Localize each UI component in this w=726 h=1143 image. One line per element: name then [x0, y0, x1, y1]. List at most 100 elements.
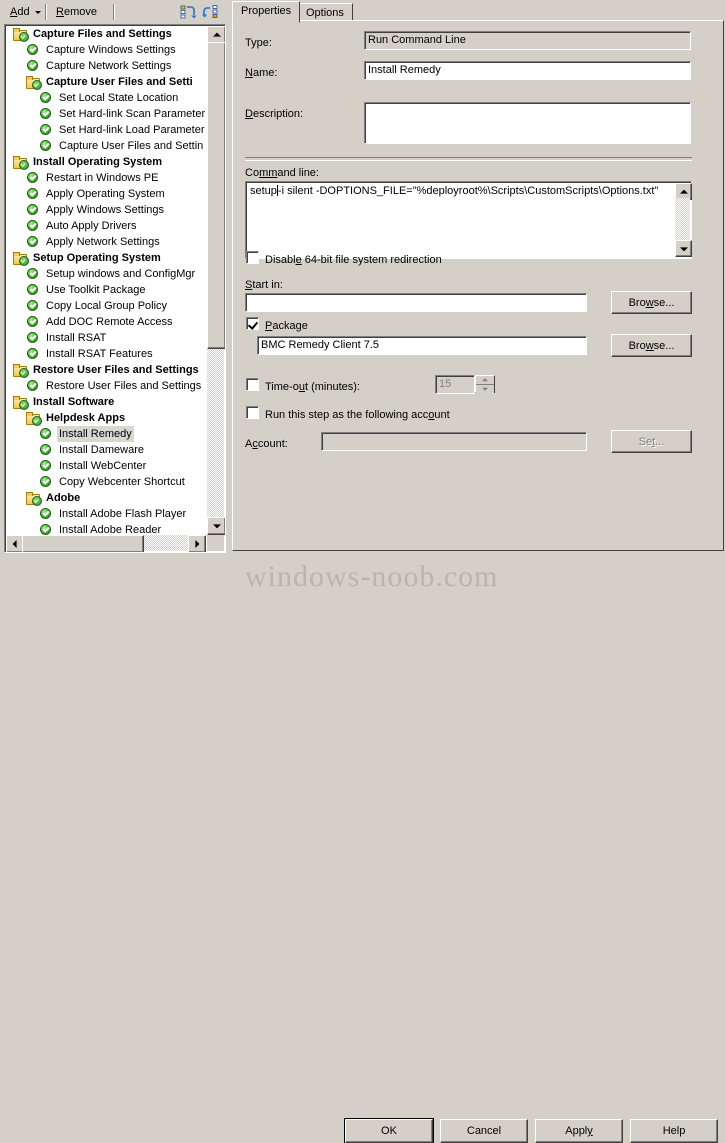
tree-group-row[interactable]: Capture User Files and Setti: [6, 74, 206, 90]
tree-node-label: Install WebCenter: [59, 460, 147, 472]
tree-step-row[interactable]: Install Dameware: [6, 442, 206, 458]
vertical-scroll-thumb[interactable]: [207, 42, 225, 349]
tree-group-row[interactable]: Restore User Files and Settings: [6, 362, 206, 378]
tree-vertical-scrollbar[interactable]: [207, 26, 225, 535]
tree-group-row[interactable]: Capture Files and Settings: [6, 26, 206, 42]
description-input[interactable]: [364, 102, 691, 144]
tree-step-row[interactable]: Install Adobe Reader: [6, 522, 206, 535]
tree-step-row[interactable]: Apply Operating System: [6, 186, 206, 202]
tree-step-row[interactable]: Capture User Files and Settin: [6, 138, 206, 154]
timeout-spin-down[interactable]: [476, 385, 494, 393]
command-line-scrollbar[interactable]: [675, 183, 692, 257]
tree-step-row[interactable]: Use Toolkit Package: [6, 282, 206, 298]
tree-step-row[interactable]: Copy Local Group Policy: [6, 298, 206, 314]
help-button[interactable]: Help: [630, 1119, 718, 1143]
tree-node-label: Install RSAT: [46, 332, 107, 344]
tree-group-row[interactable]: Install Operating System: [6, 154, 206, 170]
folder-check-icon: [12, 155, 29, 170]
package-checkbox[interactable]: [246, 317, 259, 330]
tree-group-row[interactable]: Setup Operating System: [6, 250, 206, 266]
tree-group-row[interactable]: Adobe: [6, 490, 206, 506]
command-line-input[interactable]: setup-i silent -DOPTIONS_FILE="%deployro…: [245, 181, 692, 259]
tree-step-row[interactable]: Apply Network Settings: [6, 234, 206, 250]
start-in-label: Start in:: [245, 279, 283, 291]
set-account-button[interactable]: Set...: [611, 430, 692, 453]
cancel-button[interactable]: Cancel: [440, 1119, 528, 1143]
tree-step-row[interactable]: Install RSAT: [6, 330, 206, 346]
package-value[interactable]: BMC Remedy Client 7.5: [257, 336, 587, 355]
start-in-browse-label: Browse...: [628, 296, 675, 309]
run-as-label: Run this step as the following account: [265, 409, 450, 421]
tree-step-row[interactable]: Capture Network Settings: [6, 58, 206, 74]
tree-step-row[interactable]: Add DOC Remote Access: [6, 314, 206, 330]
help-button-label: Help: [662, 1125, 686, 1137]
tree-step-row[interactable]: Install WebCenter: [6, 458, 206, 474]
start-in-input[interactable]: [245, 293, 587, 312]
remove-button-label: emove: [63, 6, 97, 18]
timeout-spinner[interactable]: [475, 375, 495, 393]
tree-step-row[interactable]: Restore User Files and Settings: [6, 378, 206, 394]
horizontal-scroll-thumb[interactable]: [22, 535, 144, 552]
step-properties-pane: Properties Options Type: Run Command Lin…: [228, 0, 726, 599]
start-in-browse-button[interactable]: Browse...: [611, 291, 692, 314]
task-sequence-tree-pane: Add Remove Capture Files and Settings Ca…: [0, 0, 228, 599]
tree-node-label: Install RSAT Features: [46, 348, 153, 360]
tree-step-row[interactable]: Auto Apply Drivers: [6, 218, 206, 234]
green-check-icon: [25, 171, 41, 185]
expand-all-icon[interactable]: [202, 4, 220, 20]
tree-step-row[interactable]: Set Hard-link Scan Parameter: [6, 106, 206, 122]
collapse-all-icon[interactable]: [180, 4, 198, 20]
tree-step-row[interactable]: Capture Windows Settings: [6, 42, 206, 58]
tree-step-row[interactable]: Install Adobe Flash Player: [6, 506, 206, 522]
apply-button[interactable]: Apply: [535, 1119, 623, 1143]
command-line-text: setup-i silent -DOPTIONS_FILE="%deployro…: [250, 185, 671, 197]
command-scroll-track[interactable]: [675, 198, 690, 242]
folder-check-icon: [12, 251, 29, 266]
command-scroll-down-button[interactable]: [675, 240, 692, 257]
tree-group-row[interactable]: Helpdesk Apps: [6, 410, 206, 426]
folder-check-icon: [25, 411, 42, 426]
tree-step-row[interactable]: Install RSAT Features: [6, 346, 206, 362]
add-button[interactable]: Add: [4, 3, 47, 21]
timeout-checkbox[interactable]: [246, 378, 259, 391]
name-label-accel: N: [245, 67, 253, 79]
run-as-checkbox[interactable]: [246, 406, 259, 419]
scrollbar-corner: [207, 535, 224, 551]
tree-step-row[interactable]: Set Local State Location: [6, 90, 206, 106]
timeout-spin-up[interactable]: [476, 376, 494, 384]
tree-step-row[interactable]: Install Remedy: [6, 426, 206, 442]
tree-step-row[interactable]: Apply Windows Settings: [6, 202, 206, 218]
tree-node-label: Install Remedy: [57, 426, 134, 442]
name-input[interactable]: Install Remedy: [364, 61, 691, 80]
tree-step-row[interactable]: Restart in Windows PE: [6, 170, 206, 186]
folder-check-icon: [12, 363, 29, 378]
tree-node-label: Helpdesk Apps: [46, 412, 126, 424]
tree-node-label: Restart in Windows PE: [46, 172, 159, 184]
account-accel: c: [252, 438, 258, 450]
green-check-icon: [38, 427, 54, 441]
tree-step-row[interactable]: Setup windows and ConfigMgr: [6, 266, 206, 282]
timeout-value[interactable]: 15: [435, 375, 475, 394]
remove-button[interactable]: Remove: [50, 3, 103, 21]
toolbar-separator-2: [113, 4, 115, 20]
account-label: Account:: [245, 438, 288, 450]
tab-properties[interactable]: Properties: [232, 1, 301, 23]
tree-step-row[interactable]: Set Hard-link Load Parameter: [6, 122, 206, 138]
account-input[interactable]: [321, 432, 587, 451]
folder-check-icon: [12, 27, 29, 42]
scroll-down-button[interactable]: [207, 517, 225, 535]
name-label: Name:: [245, 67, 278, 79]
tree-node-label: Install Software: [33, 396, 115, 408]
description-label-accel: D: [245, 108, 253, 120]
tree-node-label: Set Local State Location: [59, 92, 179, 104]
ok-button[interactable]: OK: [345, 1119, 433, 1143]
tree-node-label: Capture User Files and Setti: [46, 76, 193, 88]
task-sequence-tree[interactable]: Capture Files and Settings Capture Window…: [4, 24, 226, 553]
disable-redirection-checkbox[interactable]: [246, 251, 259, 264]
tree-step-row[interactable]: Copy Webcenter Shortcut: [6, 474, 206, 490]
tree-group-row[interactable]: Install Software: [6, 394, 206, 410]
green-check-icon: [25, 315, 41, 329]
tree-horizontal-scrollbar[interactable]: [6, 535, 206, 552]
scroll-right-button[interactable]: [188, 535, 206, 552]
package-browse-button[interactable]: Browse...: [611, 334, 692, 357]
